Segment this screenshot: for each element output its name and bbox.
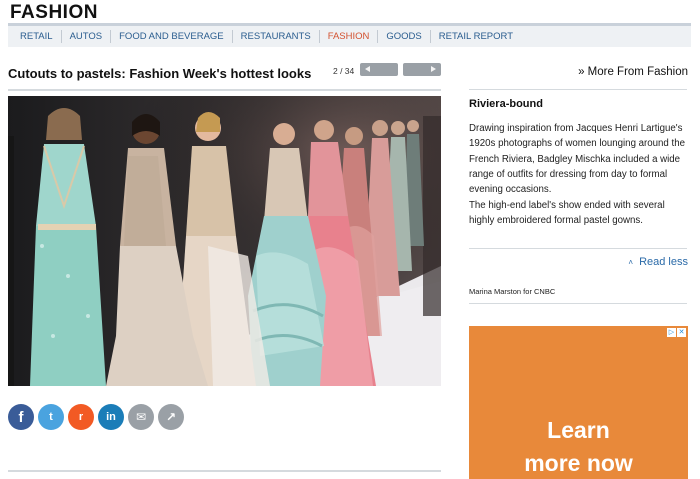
next-slide-button[interactable] — [403, 63, 441, 76]
nav-item-restaurants[interactable]: RESTAURANTS — [233, 30, 320, 43]
ad-cta-line: more now — [524, 450, 633, 476]
caption-paragraph: The high-end label's show ended with sev… — [469, 200, 665, 227]
previous-slide-button[interactable] — [360, 63, 398, 76]
divider — [469, 248, 687, 249]
facebook-share-button[interactable]: f — [8, 404, 34, 430]
divider — [8, 470, 441, 472]
category-nav: RETAIL AUTOS FOOD AND BEVERAGE RESTAURAN… — [8, 23, 691, 47]
nav-item-retail[interactable]: RETAIL — [12, 30, 62, 43]
read-less-label: Read less — [639, 256, 688, 268]
advertisement[interactable]: ▷ ✕ Learn more now — [469, 326, 688, 479]
reddit-share-button[interactable]: r — [68, 404, 94, 430]
twitter-share-button[interactable]: t — [38, 404, 64, 430]
caption-paragraph: Drawing inspiration from Jacques Henri L… — [469, 123, 685, 196]
gallery-title: Cutouts to pastels: Fashion Week's hotte… — [8, 66, 312, 81]
nav-item-autos[interactable]: AUTOS — [62, 30, 112, 43]
divider — [8, 89, 441, 91]
share-bar: f t r in ✉ ↗ — [8, 404, 184, 430]
nav-item-food-and-beverage[interactable]: FOOD AND BEVERAGE — [111, 30, 233, 43]
arrow-left-icon — [365, 66, 370, 72]
caption-title: Riviera-bound — [469, 98, 543, 110]
nav-item-goods[interactable]: GOODS — [378, 30, 431, 43]
slide-counter: 2 / 34 — [333, 66, 355, 76]
facebook-icon: f — [18, 408, 24, 426]
divider — [469, 89, 687, 90]
share-button[interactable]: ↗ — [158, 404, 184, 430]
ad-info-icon[interactable]: ▷ — [667, 328, 676, 337]
collapse-arrow-icon: ˄ — [628, 258, 634, 267]
read-less-link[interactable]: ˄ Read less — [628, 256, 688, 268]
arrow-right-icon — [431, 66, 436, 72]
nav-item-retail-report[interactable]: RETAIL REPORT — [431, 30, 521, 43]
ad-cta[interactable]: Learn more now — [469, 414, 688, 479]
more-from-fashion-link[interactable]: » More From Fashion — [578, 66, 688, 78]
photo-credit: Marina Marston for CNBC — [469, 287, 556, 296]
email-icon: ✉ — [135, 410, 147, 424]
ad-choices-badge[interactable]: ▷ ✕ — [667, 328, 686, 337]
nav-item-fashion[interactable]: FASHION — [320, 30, 379, 43]
linkedin-share-button[interactable]: in — [98, 404, 124, 430]
linkedin-icon: in — [106, 411, 116, 423]
runway-photo-illustration — [8, 96, 441, 386]
share-icon: ↗ — [165, 410, 177, 424]
twitter-icon: t — [49, 411, 53, 423]
gallery-photo[interactable] — [8, 96, 441, 386]
ad-cta-line: Learn — [547, 417, 610, 443]
ad-close-icon[interactable]: ✕ — [677, 328, 686, 337]
divider — [469, 303, 687, 304]
section-title: FASHION — [10, 2, 98, 23]
email-share-button[interactable]: ✉ — [128, 404, 154, 430]
reddit-icon: r — [78, 411, 84, 423]
